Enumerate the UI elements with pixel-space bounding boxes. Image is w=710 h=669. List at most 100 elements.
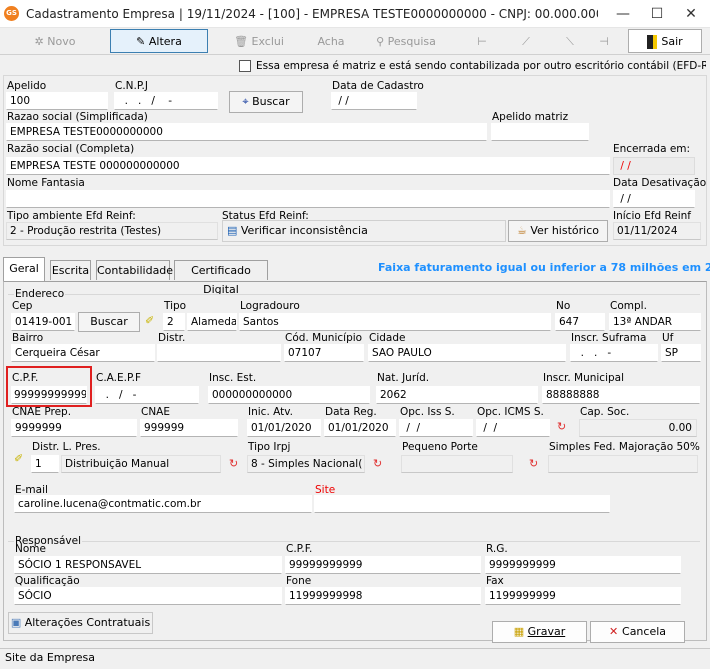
razao-comp-field[interactable]: EMPRESA TESTE 000000000000 xyxy=(6,157,610,175)
gravar-button[interactable]: ▦ Gravar xyxy=(492,621,587,643)
data-cadastro-field[interactable]: / / xyxy=(331,92,417,110)
maximize-button[interactable]: ☐ xyxy=(640,0,674,28)
resp-rg-field[interactable]: 9999999999 xyxy=(485,556,681,574)
buscar-cnpj-button[interactable]: ⌖ Buscar xyxy=(229,91,303,113)
cnae-prep-field[interactable]: 9999999 xyxy=(11,419,137,437)
caepf-label: C.A.E.P.F xyxy=(96,372,142,384)
distr-lpres-field[interactable]: 1 xyxy=(31,455,59,473)
minimize-button[interactable]: — xyxy=(606,0,640,28)
insc-mun-label: Inscr. Municipal xyxy=(543,372,625,384)
buscar-cep-button[interactable]: Buscar xyxy=(78,312,140,332)
pesquisa-button[interactable]: ⚲ Pesquisa xyxy=(360,29,452,53)
peq-porte-field[interactable] xyxy=(401,455,513,473)
verificar-button[interactable]: ▤ Verificar inconsistência xyxy=(222,220,506,242)
site-field[interactable] xyxy=(314,495,610,513)
last-record-icon[interactable]: ⊣ xyxy=(584,29,624,53)
opc-iss-label: Opc. Iss S. xyxy=(400,406,455,418)
opc-iss-field[interactable]: / / xyxy=(399,419,473,437)
data-reg-label: Data Reg. xyxy=(325,406,377,418)
resp-cpf-field[interactable]: 99999999999 xyxy=(285,556,481,574)
insc-est-field[interactable]: 000000000000 xyxy=(208,386,370,404)
nat-jur-field[interactable]: 2062 xyxy=(376,386,538,404)
ver-historico-button[interactable]: ☕ Ver histórico xyxy=(508,220,608,242)
distr-field[interactable] xyxy=(157,344,281,362)
cap-soc-field[interactable]: 0.00 xyxy=(579,419,697,437)
exclui-button[interactable]: 🗑 Exclui xyxy=(212,29,306,53)
novo-button[interactable]: ✲ Novo xyxy=(8,29,102,53)
logradouro-field[interactable]: Santos xyxy=(239,313,551,331)
simples-field[interactable] xyxy=(548,455,698,473)
data-desativ-label: Data Desativação xyxy=(613,177,707,189)
cep-field[interactable]: 01419-001 xyxy=(11,313,75,331)
refresh-icon[interactable]: ↻ xyxy=(229,457,238,470)
inic-atv-field[interactable]: 01/01/2020 xyxy=(247,419,321,437)
data-desativ-field[interactable]: / / xyxy=(613,190,695,208)
logradouro-label: Logradouro xyxy=(240,300,300,312)
tab-escrita[interactable]: Escrita xyxy=(50,260,91,280)
tab-certificado[interactable]: Certificado Digital xyxy=(174,260,268,296)
razao-simp-field[interactable]: EMPRESA TESTE0000000000 xyxy=(6,123,487,141)
binoculars-icon: ⚲ xyxy=(376,35,388,48)
matriz-checkbox[interactable] xyxy=(239,60,251,72)
cnae-label: CNAE xyxy=(141,406,171,418)
cidade-field[interactable]: SAO PAULO xyxy=(368,344,566,362)
insc-mun-field[interactable]: 88888888 xyxy=(542,386,700,404)
window-title: Cadastramento Empresa | 19/11/2024 - [10… xyxy=(26,7,598,21)
previous-record-icon[interactable]: ⟋ xyxy=(506,29,546,53)
encerrada-field: / / xyxy=(613,157,695,175)
app-logo-icon: GS xyxy=(4,6,19,21)
cnpj-label: C.N.P.J xyxy=(115,80,148,92)
suframa-field[interactable]: . . - xyxy=(570,344,658,362)
status-text: Site da Empresa xyxy=(5,651,96,664)
peq-porte-label: Pequeno Porte xyxy=(402,441,478,453)
cnpj-field[interactable]: . . / - xyxy=(114,92,218,110)
opc-icms-field[interactable]: / / xyxy=(476,419,550,437)
first-record-icon[interactable]: ⊢ xyxy=(462,29,502,53)
email-field[interactable]: caroline.lucena@contmatic.com.br xyxy=(14,495,312,513)
matriz-checkbox-label: Essa empresa é matriz e está sendo conta… xyxy=(256,60,706,72)
tipo-amb-label: Tipo ambiente Efd Reinf: xyxy=(7,210,136,222)
sair-button[interactable]: Sair xyxy=(628,29,702,53)
no-label: No xyxy=(556,300,571,312)
apelido-matriz-field[interactable] xyxy=(491,123,589,141)
tipo-irpj-field[interactable]: 8 - Simples Nacional( Ef xyxy=(247,455,365,473)
simples-label: Simples Fed. Majoração 50% xyxy=(549,441,700,453)
data-reg-field[interactable]: 01/01/2020 xyxy=(324,419,396,437)
resp-nome-field[interactable]: SÓCIO 1 RESPONSAVEL xyxy=(14,556,282,574)
bairro-field[interactable]: Cerqueira César xyxy=(11,344,155,362)
caepf-field[interactable]: . / - xyxy=(95,386,199,404)
tab-contabilidade[interactable]: Contabilidade xyxy=(96,260,173,280)
bairro-label: Bairro xyxy=(12,332,44,344)
nome-fantasia-field[interactable] xyxy=(6,190,610,208)
resp-rg-label: R.G. xyxy=(486,543,508,555)
status-bar xyxy=(0,648,710,669)
inicio-efd-field[interactable]: 01/11/2024 xyxy=(613,222,701,240)
inicio-efd-label: Início Efd Reinf xyxy=(613,210,692,222)
lookup-icon[interactable]: ✐ xyxy=(14,452,23,465)
no-field[interactable]: 647 xyxy=(555,313,605,331)
refresh-icon[interactable]: ↻ xyxy=(373,457,382,470)
acha-button[interactable]: Acha xyxy=(304,29,358,53)
alteracoes-button[interactable]: ▣ Alterações Contratuais xyxy=(8,612,153,634)
compl-label: Compl. xyxy=(610,300,647,312)
uf-field[interactable]: SP xyxy=(661,344,701,362)
resp-fone-field[interactable]: 11999999998 xyxy=(285,587,481,605)
close-button[interactable]: ✕ xyxy=(674,0,708,28)
resp-fax-field[interactable]: 1199999999 xyxy=(485,587,681,605)
cancel-icon: ✕ xyxy=(608,625,623,638)
tipo-amb-field[interactable]: 2 - Produção restrita (Testes) xyxy=(6,222,218,240)
cnae-field[interactable]: 999999 xyxy=(140,419,238,437)
tab-geral[interactable]: Geral xyxy=(3,257,45,282)
suframa-label: Inscr. Suframa xyxy=(571,332,647,344)
refresh-icon[interactable]: ↻ xyxy=(529,457,538,470)
compl-field[interactable]: 13ª ANDAR xyxy=(609,313,701,331)
resp-qualif-field[interactable]: SÓCIO xyxy=(14,587,282,605)
altera-button[interactable]: ✎ Altera xyxy=(110,29,208,53)
cancela-button[interactable]: ✕ Cancela xyxy=(590,621,685,643)
cpf-field[interactable]: 99999999999 xyxy=(11,386,87,404)
tipo-field[interactable]: 2 xyxy=(163,313,185,331)
lookup-icon[interactable]: ✐ xyxy=(145,314,154,327)
cod-mun-field[interactable]: 07107 xyxy=(284,344,364,362)
refresh-icon[interactable]: ↻ xyxy=(557,420,566,433)
apelido-field[interactable]: 100 xyxy=(6,92,108,110)
